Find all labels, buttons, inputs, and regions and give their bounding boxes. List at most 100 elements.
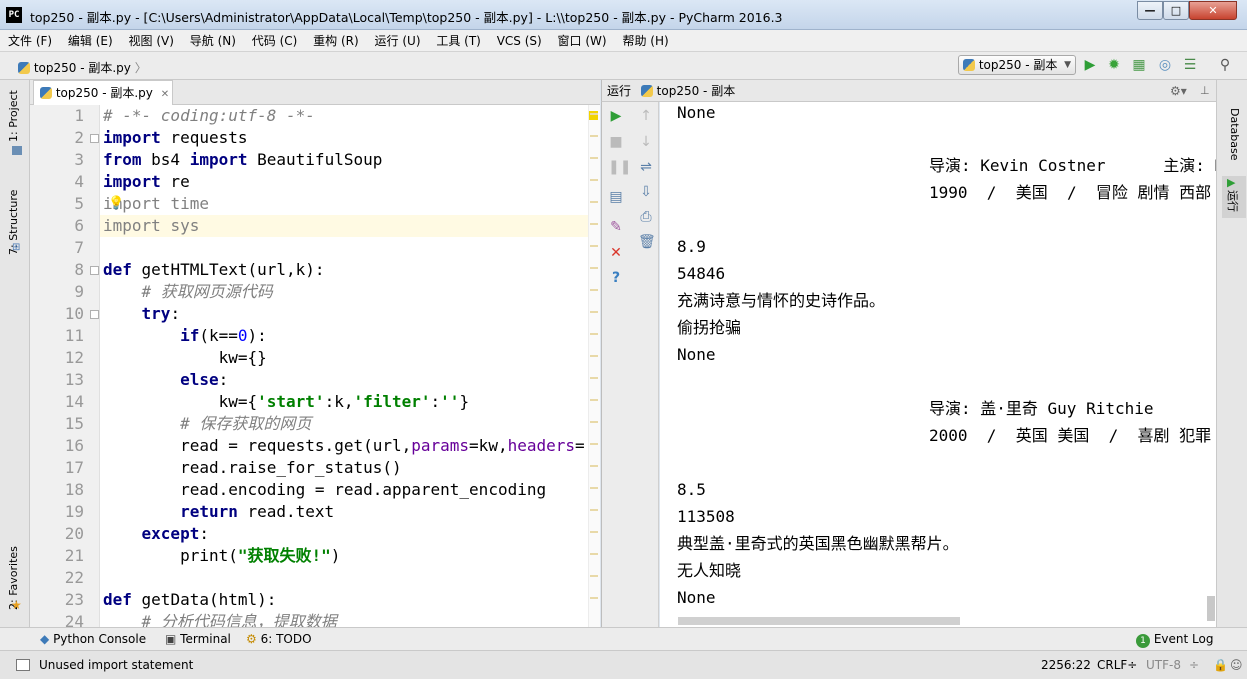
print-icon[interactable]: ⎙ xyxy=(638,209,654,225)
close-button[interactable]: ✕ xyxy=(1189,1,1237,20)
editor-gutter-mark xyxy=(590,575,598,577)
fold-marker-icon[interactable] xyxy=(90,134,99,143)
run-icon[interactable]: ▶ xyxy=(1082,57,1098,73)
pause-icon[interactable]: ❚❚ xyxy=(608,159,631,175)
line-number: 8 xyxy=(74,260,84,279)
python-console-tab[interactable]: ◆ Python Console xyxy=(40,632,146,646)
python-file-icon xyxy=(40,87,52,99)
breadcrumb-file: top250 - 副本.py xyxy=(33,61,131,75)
coverage-icon[interactable]: ▦ xyxy=(1131,57,1147,73)
pycharm-logo-icon: PC xyxy=(6,7,22,23)
caret-position[interactable]: 2256:22 xyxy=(1041,658,1091,672)
menu-code[interactable]: 代码 (C) xyxy=(246,30,304,52)
console-line: 8.9 xyxy=(677,237,706,256)
editor-gutter-mark xyxy=(590,553,598,555)
settings-gear-icon[interactable]: ⚙▾ xyxy=(1170,80,1187,102)
code-line: if(k==0): xyxy=(180,326,267,345)
line-number: 17 xyxy=(64,458,84,477)
bottom-tool-tabs: ◆ Python Console ▣ Terminal ⚙ 6: TODO 1 … xyxy=(0,627,1247,650)
editor-tab[interactable]: top250 - 副本.py ✕ xyxy=(33,80,173,105)
terminal-tab[interactable]: ▣ Terminal xyxy=(165,632,231,646)
menu-run[interactable]: 运行 (U) xyxy=(369,30,427,52)
code-line: from bs4 import BeautifulSoup xyxy=(103,150,383,169)
event-log-tab[interactable]: 1 Event Log xyxy=(1136,632,1213,648)
rerun-icon[interactable]: ▶ xyxy=(608,108,624,124)
line-separator[interactable]: CRLF÷ xyxy=(1097,658,1137,672)
line-number: 3 xyxy=(74,150,84,169)
console-scrollbar[interactable] xyxy=(1207,596,1215,621)
menu-window[interactable]: 窗口 (W) xyxy=(552,30,613,52)
layout-icon[interactable]: ▤ xyxy=(608,189,624,205)
structure-icon: ⊞ xyxy=(12,242,21,253)
soft-wrap-icon[interactable]: ⇌ xyxy=(638,159,654,175)
editor-gutter-mark xyxy=(590,465,598,467)
tool-tab-database[interactable]: Database xyxy=(1228,108,1241,161)
hide-panel-icon[interactable]: ⊥ xyxy=(1200,80,1210,102)
code-line: # 获取网页源代码 xyxy=(141,282,273,301)
minimize-button[interactable]: — xyxy=(1137,1,1163,20)
menu-tools[interactable]: 工具 (T) xyxy=(430,30,487,52)
todo-tab[interactable]: ⚙ 6: TODO xyxy=(246,632,312,646)
menu-view[interactable]: 视图 (V) xyxy=(123,30,180,52)
close-tab-icon[interactable]: ✕ xyxy=(161,89,169,100)
menu-vcs[interactable]: VCS (S) xyxy=(491,30,548,52)
file-encoding[interactable]: UTF-8 xyxy=(1146,658,1181,672)
down-arrow-icon[interactable]: ↓ xyxy=(638,134,654,150)
tool-tab-run[interactable]: 运行 xyxy=(1225,190,1241,212)
lock-icon[interactable]: 🔒 xyxy=(1213,658,1228,672)
trash-icon[interactable]: 🗑 xyxy=(638,234,656,250)
close-icon[interactable]: ✕ xyxy=(608,245,624,261)
fold-marker-icon[interactable] xyxy=(90,310,99,319)
menu-refactor[interactable]: 重构 (R) xyxy=(307,30,365,52)
editor-gutter-mark xyxy=(590,157,598,159)
line-number: 5 xyxy=(74,194,84,213)
code-line: # -*- coding:utf-8 -*- xyxy=(103,106,315,125)
editor-gutter-mark xyxy=(590,179,598,181)
pin-icon[interactable]: ✎ xyxy=(608,219,624,235)
toggle-tool-windows-icon[interactable] xyxy=(16,659,30,671)
run-console-output[interactable]: None 导演: Kevin Costner 主演: K 1990 / 美国 / 冒… xyxy=(660,102,1216,627)
menu-mnemonic: (W) xyxy=(585,34,607,48)
editor-gutter-mark xyxy=(590,399,598,401)
editor-gutter-mark xyxy=(590,245,598,247)
line-number: 1 xyxy=(74,106,84,125)
editor-gutter-mark xyxy=(590,201,598,203)
help-icon[interactable]: ? xyxy=(608,270,624,286)
maximize-button[interactable]: □ xyxy=(1163,1,1189,20)
console-line: 导演: Kevin Costner 主演: K xyxy=(929,156,1216,175)
run-toolbar: ▶ ■ ❚❚ ▤ ✎ ✕ ? ↑ ↓ ⇌ ⇩ ⎙ 🗑 xyxy=(601,102,659,627)
inspector-icon[interactable]: ☺ xyxy=(1230,658,1243,672)
tool-tab-project[interactable]: 1: Project xyxy=(7,90,20,142)
line-number: 23 xyxy=(64,590,84,609)
code-editor[interactable]: # -*- coding:utf-8 -*- import requests fro… xyxy=(100,105,600,627)
menu-label: 文件 xyxy=(8,34,36,48)
menu-bar: 文件 (F) 编辑 (E) 视图 (V) 导航 (N) 代码 (C) 重构 (R… xyxy=(0,30,1247,52)
menu-help[interactable]: 帮助 (H) xyxy=(616,30,674,52)
menu-mnemonic: (F) xyxy=(35,34,53,48)
console-line: 2000 / 英国 美国 / 喜剧 犯罪 xyxy=(929,426,1212,445)
todo-icon: ⚙ xyxy=(246,632,257,646)
menu-navigate[interactable]: 导航 (N) xyxy=(184,30,242,52)
concurrency-icon[interactable]: ☰ xyxy=(1182,57,1198,73)
up-arrow-icon[interactable]: ↑ xyxy=(638,108,654,124)
profile-icon[interactable]: ◎ xyxy=(1157,57,1173,73)
search-icon[interactable]: ⚲ xyxy=(1217,57,1233,73)
window-title: top250 - 副本.py - [C:\Users\Administrator… xyxy=(30,10,783,25)
python-file-icon xyxy=(963,59,975,71)
code-line: try: xyxy=(141,304,181,323)
lightbulb-icon[interactable]: 💡 xyxy=(108,196,124,211)
scroll-to-end-icon[interactable]: ⇩ xyxy=(638,184,654,200)
menu-edit[interactable]: 编辑 (E) xyxy=(62,30,119,52)
menu-file[interactable]: 文件 (F) xyxy=(0,30,58,52)
fold-marker-icon[interactable] xyxy=(90,266,99,275)
line-number: 22 xyxy=(64,568,84,587)
editor-gutter-mark xyxy=(590,487,598,489)
run-config-tab[interactable]: top250 - 副本 xyxy=(657,84,736,98)
debug-icon[interactable]: ✹ xyxy=(1106,57,1122,73)
editor-gutter-mark xyxy=(590,113,598,115)
breadcrumb[interactable]: top250 - 副本.py 〉 xyxy=(18,59,147,76)
run-config-dropdown[interactable]: top250 - 副本 ▼ xyxy=(958,55,1076,75)
stop-icon[interactable]: ■ xyxy=(608,134,624,150)
chevron-down-icon: ▼ xyxy=(1064,60,1071,70)
console-h-scrollbar[interactable] xyxy=(678,617,960,625)
